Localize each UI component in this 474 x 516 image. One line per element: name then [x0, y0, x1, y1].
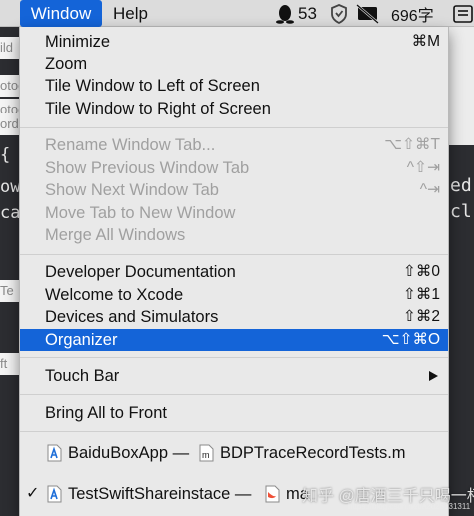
menu-separator — [20, 394, 448, 395]
background-code-fragment: ca — [0, 203, 20, 223]
menu-item-label: Devices and Simulators — [45, 308, 219, 326]
qq-status-item[interactable]: 53 — [276, 0, 317, 27]
input-method-status[interactable]: 696字 — [391, 0, 434, 27]
menu-separator — [20, 357, 448, 358]
menu-item-tile-left[interactable]: Tile Window to Left of Screen — [20, 75, 448, 97]
qq-penguin-icon — [276, 4, 294, 24]
background-code-fragment: cl — [450, 201, 472, 222]
background-window-left: ild otoc otoc ord { ow ca Te ft — [0, 27, 20, 516]
menu-item-shortcut: ⇧⌘1 — [402, 286, 440, 303]
menu-bar: Window Help 53 696字 — [0, 0, 474, 27]
menu-item-show-previous-tab: Show Previous Window Tab ^⇧⇥ — [20, 157, 448, 179]
menu-item-organizer[interactable]: Organizer ⌥⇧⌘O — [20, 329, 448, 351]
menu-item-label: Tile Window to Right of Screen — [45, 100, 271, 118]
menu-separator — [20, 431, 448, 432]
menu-item-developer-documentation[interactable]: Developer Documentation ⇧⌘0 — [20, 261, 448, 283]
background-code-fragment: { — [0, 145, 11, 165]
menu-item-shortcut: ^⇧⇥ — [406, 159, 440, 176]
menu-item-show-next-tab: Show Next Window Tab ^⇥ — [20, 179, 448, 201]
xcode-project-file-icon — [47, 444, 62, 462]
objc-source-file-icon: m — [199, 444, 214, 462]
checkmark-icon: ✓ — [26, 485, 40, 502]
menu-item-label: Show Next Window Tab — [45, 181, 219, 199]
menu-item-devices-and-simulators[interactable]: Devices and Simulators ⇧⌘2 — [20, 306, 448, 328]
menu-item-label: Show Previous Window Tab — [45, 159, 250, 177]
menu-item-shortcut: ⌘M — [411, 33, 440, 50]
menu-item-shortcut: ⇧⌘2 — [402, 308, 440, 325]
menu-item-shortcut: ⇧⌘0 — [402, 263, 440, 280]
background-text-fragment: ft — [0, 353, 20, 375]
menu-item-label: TestSwiftShareinstace — — [68, 485, 252, 503]
menu-item-label: Bring All to Front — [45, 404, 167, 422]
background-window-right: ed cl — [448, 27, 474, 516]
notification-status-item[interactable] — [356, 0, 380, 27]
menu-item-tile-right[interactable]: Tile Window to Right of Screen — [20, 98, 448, 120]
menu-item-label: Rename Window Tab... — [45, 136, 216, 154]
menu-item-label: Welcome to Xcode — [45, 286, 184, 304]
menu-item-shortcut: ^⇥ — [419, 181, 440, 198]
menu-item-shortcut: ⌥⇧⌘T — [384, 136, 440, 153]
background-text-fragment: ild — [0, 37, 20, 59]
background-code-fragment: ed — [450, 175, 472, 196]
menu-separator — [20, 127, 448, 128]
watermark-url: https://blog.csdn.net/a2025131311 — [348, 502, 471, 511]
watermark: 知乎 @唐酒三千只喝一杯 https://blog.csdn.net/a2025… — [300, 480, 474, 516]
menu-item-shortcut: ⌥⇧⌘O — [381, 331, 440, 348]
security-status-item[interactable] — [330, 0, 348, 27]
menu-item-file-label: BDPTraceRecordTests.m — [220, 444, 406, 462]
menu-item-zoom[interactable]: Zoom — [20, 53, 448, 75]
swift-source-file-icon — [265, 485, 280, 503]
menu-item-label: Organizer — [45, 331, 118, 349]
xcode-project-file-icon — [47, 485, 62, 503]
submenu-arrow-icon — [429, 371, 438, 381]
menu-item-minimize[interactable]: Minimize ⌘M — [20, 31, 448, 53]
list-icon — [453, 4, 473, 23]
list-status-item[interactable] — [453, 0, 473, 27]
muted-display-icon — [356, 3, 379, 24]
menu-item-rename-window-tab: Rename Window Tab... ⌥⇧⌘T — [20, 134, 448, 156]
menu-item-move-tab: Move Tab to New Window — [20, 202, 448, 224]
background-text-fragment: otoc — [0, 75, 20, 97]
background-pane — [448, 27, 474, 145]
background-text-fragment: Te — [0, 280, 20, 302]
menu-item-window-baiduboxapp[interactable]: BaiduBoxApp — m BDPTraceRecordTests.m — [20, 442, 448, 464]
menu-item-label: Tile Window to Left of Screen — [45, 77, 260, 95]
menu-item-touch-bar[interactable]: Touch Bar — [20, 365, 448, 387]
svg-text:m: m — [202, 450, 210, 460]
background-code-fragment: ow — [0, 177, 20, 197]
menubar-window-menu[interactable]: Window — [20, 0, 102, 27]
menu-item-label: Zoom — [45, 55, 88, 73]
menu-item-label: Touch Bar — [45, 367, 120, 385]
shield-icon — [331, 3, 347, 24]
menu-item-label: Developer Documentation — [45, 263, 236, 281]
menu-item-label: Minimize — [45, 33, 111, 51]
menu-separator — [20, 254, 448, 255]
menu-item-label: Merge All Windows — [45, 226, 186, 244]
menubar-help-menu[interactable]: Help — [113, 0, 148, 27]
menubar-item-fragment[interactable] — [0, 0, 12, 27]
window-menu-dropdown: Minimize ⌘M Zoom Tile Window to Left of … — [19, 27, 449, 516]
menu-item-label: Move Tab to New Window — [45, 204, 236, 222]
menu-item-bring-all-to-front[interactable]: Bring All to Front — [20, 402, 448, 424]
menu-item-welcome-to-xcode[interactable]: Welcome to Xcode ⇧⌘1 — [20, 284, 448, 306]
qq-message-count: 53 — [298, 3, 317, 23]
background-text-fragment: ord — [0, 113, 20, 135]
menu-item-label: BaiduBoxApp — — [68, 444, 190, 462]
menu-item-merge-all-windows: Merge All Windows — [20, 224, 448, 246]
